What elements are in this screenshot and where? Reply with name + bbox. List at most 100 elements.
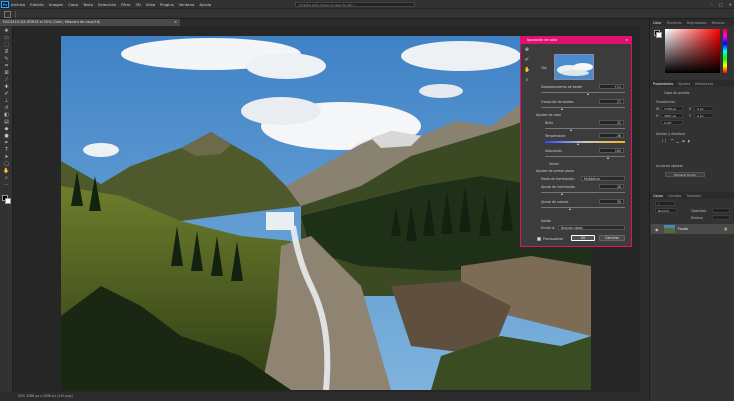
- eraser-tool-icon[interactable]: ◧: [3, 112, 10, 118]
- opacity-field[interactable]: [712, 208, 730, 213]
- menu-image[interactable]: Imagen: [49, 2, 63, 7]
- menu-layer[interactable]: Capa: [68, 2, 78, 7]
- color-picker-field[interactable]: [665, 29, 720, 73]
- edge-transition-track[interactable]: [541, 107, 625, 108]
- tab-properties[interactable]: Propiedades: [653, 82, 673, 86]
- document-tab[interactable]: DSC3414-3/4-HDR.tif al 50% (Color, Másca…: [0, 19, 180, 26]
- dialog-close-icon[interactable]: ×: [625, 37, 628, 44]
- tab-paths[interactable]: Trazados: [686, 194, 700, 198]
- brightness-track[interactable]: [545, 128, 625, 129]
- width-field[interactable]: 7768 px: [661, 106, 683, 111]
- crop-tool-icon[interactable]: ⌗: [3, 63, 10, 69]
- fill-field[interactable]: [712, 215, 730, 220]
- dialog-title-bar[interactable]: Igualación de color ×: [521, 37, 631, 44]
- cancel-button[interactable]: Cancelar: [599, 235, 625, 241]
- brush-tool-icon[interactable]: ✐: [3, 91, 10, 97]
- menu-plugins[interactable]: Plugins: [160, 2, 174, 7]
- tab-channels[interactable]: Canales: [668, 194, 681, 198]
- menu-file[interactable]: Archivo: [11, 2, 25, 7]
- zoom-tool-icon[interactable]: ⌕: [3, 175, 10, 181]
- tab-layers[interactable]: Capas: [653, 194, 663, 198]
- ok-button[interactable]: OK: [571, 235, 595, 241]
- foreground-settings-section[interactable]: Ajustes de primer plano: [536, 169, 574, 173]
- tab-gradients[interactable]: Degradados: [687, 21, 707, 25]
- shape-tool-icon[interactable]: ▢: [3, 161, 10, 167]
- minimize-icon[interactable]: –: [711, 2, 713, 7]
- type-tool-icon[interactable]: T: [3, 147, 10, 153]
- blur-tool-icon[interactable]: ◆: [3, 126, 10, 132]
- y-field[interactable]: 0 px: [694, 113, 714, 118]
- hand-tool-icon[interactable]: ✋: [3, 168, 10, 174]
- height-field[interactable]: 4867 px: [661, 113, 683, 118]
- tab-libraries[interactable]: Bibliotecas: [695, 82, 713, 86]
- menu-select[interactable]: Selección: [98, 2, 116, 7]
- menu-filter[interactable]: Filtro: [121, 2, 130, 7]
- color-adjust-field[interactable]: 35: [599, 199, 624, 204]
- path-select-tool-icon[interactable]: ➤: [3, 154, 10, 160]
- edge-shift-track[interactable]: [541, 92, 625, 93]
- angle-field[interactable]: 0,00°: [661, 120, 683, 125]
- dodge-tool-icon[interactable]: ●: [3, 133, 10, 139]
- edge-transition-handle[interactable]: [561, 108, 563, 110]
- layer-filter-field[interactable]: ⌕: [655, 201, 675, 206]
- frame-tool-icon[interactable]: ⊠: [3, 70, 10, 76]
- temperature-track[interactable]: [545, 141, 625, 143]
- revert-label[interactable]: Volver: [549, 162, 559, 166]
- align-section-title[interactable]: Alinear y distribuir: [656, 132, 685, 136]
- saturation-field[interactable]: 100: [599, 148, 624, 153]
- document-image[interactable]: [61, 36, 591, 390]
- more-tools-icon[interactable]: ⋯: [3, 182, 10, 188]
- close-tab-icon[interactable]: ×: [174, 19, 177, 26]
- background-color-swatch[interactable]: [5, 198, 11, 204]
- lighting-adjust-handle[interactable]: [561, 193, 563, 195]
- clone-stamp-tool-icon[interactable]: ⊥: [3, 98, 10, 104]
- align-icons[interactable]: ▕ ▏ ▔ ▁ ▬ ▮: [660, 139, 691, 143]
- saturation-track[interactable]: [545, 156, 625, 157]
- tab-color[interactable]: Color: [653, 21, 662, 25]
- remove-background-button[interactable]: Eliminar fondo: [665, 172, 705, 177]
- quick-actions-title[interactable]: Acciones rápidas: [656, 164, 683, 168]
- healing-brush-tool-icon[interactable]: ✚: [3, 84, 10, 90]
- color-settings-section[interactable]: Ajustes de color: [536, 113, 561, 117]
- edge-shift-field[interactable]: +11: [599, 84, 624, 89]
- zoom-tool-icon[interactable]: ⌕: [524, 77, 530, 83]
- preview-checkbox[interactable]: [537, 237, 541, 241]
- edge-transition-field[interactable]: 27: [599, 99, 624, 104]
- menu-view[interactable]: Vista: [146, 2, 155, 7]
- temperature-field[interactable]: -36: [599, 133, 624, 138]
- artboard-tool-icon[interactable]: ▭: [3, 35, 10, 41]
- send-to-select[interactable]: Nuevas capas: [558, 225, 625, 230]
- color-adjust-track[interactable]: [541, 207, 625, 208]
- quick-select-tool-icon[interactable]: ✎: [3, 56, 10, 62]
- transform-section-title[interactable]: Transformar: [656, 100, 675, 104]
- tab-patterns[interactable]: Motivos: [712, 21, 725, 25]
- tab-adjustments[interactable]: Ajustes: [678, 82, 690, 86]
- tab-swatches[interactable]: Muestras: [667, 21, 682, 25]
- lasso-tool-icon[interactable]: ᘓ: [3, 49, 10, 55]
- move-tool-icon[interactable]: ✥: [524, 47, 530, 53]
- hue-slider[interactable]: [723, 29, 727, 73]
- pen-tool-icon[interactable]: ✒: [3, 140, 10, 146]
- brightness-field[interactable]: 32: [599, 120, 624, 125]
- x-field[interactable]: 0 px: [694, 106, 714, 111]
- menu-window[interactable]: Ventana: [179, 2, 195, 7]
- blend-mode-select[interactable]: Normal: [655, 208, 677, 213]
- lighting-adjust-track[interactable]: [541, 192, 625, 193]
- layer-row[interactable]: ◉ Fondo 🔒: [651, 224, 734, 234]
- history-brush-tool-icon[interactable]: ↺: [3, 105, 10, 111]
- saturation-handle[interactable]: [607, 157, 609, 159]
- menu-type[interactable]: Texto: [83, 2, 93, 7]
- hand-tool-icon[interactable]: ✋: [524, 67, 530, 73]
- brush-tool-icon[interactable]: ✐: [524, 57, 530, 63]
- move-tool-icon[interactable]: ✥: [3, 28, 10, 34]
- eyedropper-tool-icon[interactable]: ⁄: [3, 77, 10, 83]
- gradient-tool-icon[interactable]: ▤: [3, 119, 10, 125]
- edge-shift-handle[interactable]: [587, 93, 589, 95]
- menu-edit[interactable]: Edición: [30, 2, 44, 7]
- eye-icon[interactable]: ◉: [655, 227, 659, 232]
- panel-background-swatch[interactable]: [656, 32, 662, 38]
- lighting-adjust-field[interactable]: 26: [599, 184, 624, 189]
- close-icon[interactable]: ✕: [729, 2, 732, 7]
- maximize-icon[interactable]: □: [719, 2, 723, 7]
- brightness-handle[interactable]: [570, 129, 572, 131]
